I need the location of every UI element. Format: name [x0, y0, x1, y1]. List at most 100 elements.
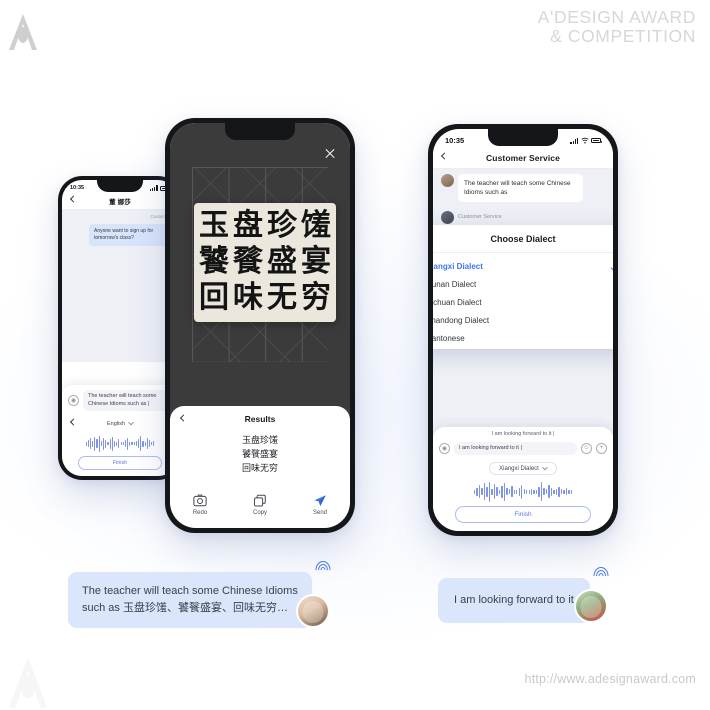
composer-sheet: I am looking forward to it | ◉ I am look… [433, 426, 613, 531]
bubble-line2: such as 玉盘珍馐、饕餮盛宴、回味无穷… [82, 602, 288, 614]
avatar [441, 174, 454, 187]
send-icon [314, 495, 326, 507]
floating-bubble-text: I am looking forward to it [438, 578, 590, 623]
phone-mockup-center: 玉 盘 珍 馐 饕 餮 盛 宴 回 味 无 穷 Results 玉盘珍馐 饕餮盛… [165, 118, 355, 533]
dialect-label: Xiangxi Dialect [499, 465, 539, 472]
phone-right-screen: 10:35 Customer Service The teacher will … [433, 129, 613, 531]
notch [225, 123, 295, 140]
back-icon[interactable] [440, 151, 451, 162]
copy-icon [253, 494, 266, 507]
results-actions: Redo Copy Send [170, 494, 350, 516]
char-cell: 盛 [267, 244, 297, 279]
composer-sheet: ◉ The teacher will teach some Chinese Id… [62, 385, 178, 476]
emoji-icon[interactable]: ☺ [581, 442, 592, 454]
add-icon[interactable]: + [596, 442, 607, 454]
presentation-board: A'DESIGN AWARD & COMPETITION http://www.… [0, 0, 710, 710]
dialect-option-sichuan[interactable]: Sichuan Dialect [433, 293, 613, 311]
char-cell: 回 [199, 280, 229, 315]
chat-area: Customer Anyone want to sign up for tomo… [62, 210, 178, 362]
dialect-picker-title: Choose Dialect [490, 234, 556, 244]
avatar [295, 594, 330, 628]
char-row: 玉 盘 珍 馐 [197, 208, 333, 244]
action-label: Send [312, 510, 327, 516]
dialect-option-cantonese[interactable]: Cantonese [433, 329, 613, 347]
phone-center-screen: 玉 盘 珍 馐 饕 餮 盛 宴 回 味 无 穷 Results 玉盘珍馐 饕餮盛… [170, 123, 350, 528]
dialect-row: Xiangxi Dialect [433, 460, 613, 478]
floating-message-left: The teacher will teach some Chinese Idio… [68, 561, 331, 628]
floating-bubble-text: The teacher will teach some Chinese Idio… [68, 572, 312, 628]
char-cell: 味 [233, 280, 263, 315]
phone-mockup-left: 10:35 董 娜莎 Customer Anyone want to sign … [58, 176, 182, 480]
brand-logo-watermark-icon [2, 655, 54, 710]
page-title: 董 娜莎 [109, 198, 131, 206]
avatar [441, 211, 454, 224]
dialect-selector[interactable]: Xiangxi Dialect [489, 462, 557, 475]
dialect-option-xiangxi[interactable]: Xiangxi Dialect [433, 257, 613, 275]
notch [97, 180, 143, 192]
check-icon [610, 261, 613, 271]
brand-logo-icon [6, 12, 40, 52]
signal-icon [149, 185, 158, 191]
input-row: ◉ The teacher will teach some Chinese Id… [62, 385, 178, 416]
back-icon[interactable] [179, 414, 188, 422]
chat-bubble: The teacher will teach some Chinese Idio… [458, 174, 583, 202]
status-icons [570, 137, 602, 144]
dialect-bar: English [62, 416, 178, 432]
nav-bar: 董 娜莎 [62, 192, 178, 210]
footer-url: http://www.adesignaward.com [524, 672, 696, 686]
message-input[interactable]: I am looking forward to it | [454, 441, 577, 455]
message-input[interactable]: The teacher will teach some Chinese Idio… [83, 390, 172, 411]
audio-waveform [433, 478, 613, 504]
phone-left-screen: 10:35 董 娜莎 Customer Anyone want to sign … [62, 180, 178, 476]
dialect-option-list: Xiangxi Dialect Hunan Dialect Sichuan Di… [433, 253, 613, 349]
char-cell: 餮 [233, 244, 263, 279]
chevron-down-icon [128, 419, 134, 426]
dialect-picker-header: Choose Dialect [433, 225, 613, 253]
action-label: Copy [252, 510, 267, 516]
bubble-line1: The teacher will teach some Chinese Idio… [82, 585, 298, 597]
battery-icon [591, 138, 602, 143]
dialect-selector[interactable]: English [106, 419, 134, 427]
finish-button[interactable]: Finish [454, 506, 592, 523]
results-title: Results [244, 414, 276, 424]
message-row: Customer Service [433, 206, 613, 224]
status-time: 10:35 [70, 185, 85, 191]
option-label: Cantonese [433, 333, 465, 343]
send-button[interactable]: Send [300, 494, 340, 516]
copy-button[interactable]: Copy [240, 494, 280, 516]
page-title: Customer Service [486, 152, 560, 163]
dialect-option-shandong[interactable]: Shandong Dialect [433, 311, 613, 329]
char-cell: 馐 [301, 208, 331, 243]
dialect-picker-panel: Choose Dialect Xiangxi Dialect Hunan Dia… [433, 225, 613, 349]
phone-mockup-right: 10:35 Customer Service The teacher will … [428, 124, 618, 536]
results-header: Results [170, 406, 350, 430]
option-label: Shandong Dialect [433, 315, 490, 325]
award-title-line1: A'DESIGN AWARD [537, 7, 696, 27]
status-time: 10:35 [445, 136, 465, 145]
finish-button[interactable]: Finish [78, 456, 162, 470]
results-text: 玉盘珍馐 饕餮盛宴 回味无穷 [170, 430, 350, 476]
audio-waveform [62, 432, 178, 454]
action-label: Redo [192, 510, 208, 516]
option-label: Hunan Dialect [433, 279, 477, 289]
char-cell: 穷 [301, 280, 331, 315]
char-cell: 饕 [199, 244, 229, 279]
avatar-face [302, 601, 324, 624]
back-icon-composer[interactable] [69, 418, 80, 429]
dialect-option-hunan[interactable]: Hunan Dialect [433, 275, 613, 293]
back-icon[interactable] [69, 194, 80, 205]
close-icon[interactable] [324, 147, 336, 159]
chat-bubble: Anyone want to sign up for tomorrow's cl… [89, 224, 173, 246]
sender-label: Customer Service [458, 214, 502, 220]
option-label: Sichuan Dialect [433, 297, 482, 307]
notch [488, 129, 558, 146]
voice-icon[interactable]: ◉ [68, 395, 79, 406]
voice-wave-icon [315, 558, 332, 571]
redo-button[interactable]: Redo [180, 494, 220, 516]
scanned-character-card: 玉 盘 珍 馐 饕 餮 盛 宴 回 味 无 穷 [194, 203, 336, 322]
result-line: 玉盘珍馐 [241, 436, 278, 446]
input-row: ◉ I am looking forward to it | ☺ + [433, 437, 613, 461]
avatar [573, 589, 608, 623]
char-row: 饕 餮 盛 宴 [197, 244, 333, 280]
voice-icon[interactable]: ◉ [439, 442, 450, 454]
